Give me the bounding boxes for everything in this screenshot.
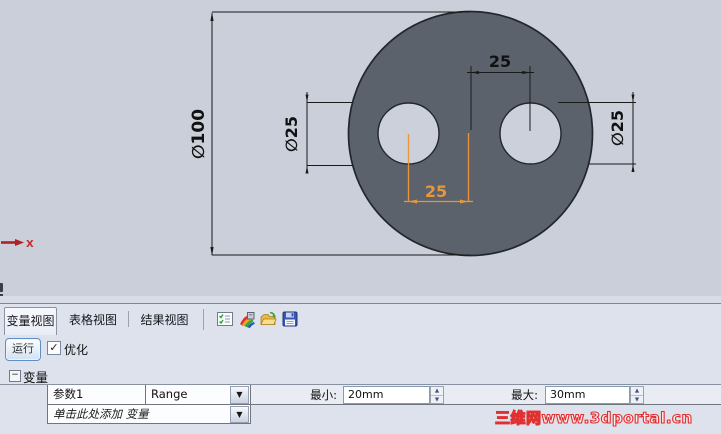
drawing-viewport: ∅100 ∅25 25 ∅25 25 X: [0, 0, 721, 296]
tab-table-view[interactable]: 表格视图: [59, 308, 127, 333]
tab-separator: [128, 311, 129, 327]
stepper-up-icon[interactable]: ▲: [631, 387, 643, 396]
save-icon: [282, 311, 298, 327]
optimize-checkbox[interactable]: ✓: [47, 341, 61, 355]
variable-name-cell[interactable]: 参数1: [47, 385, 146, 405]
tab-variable-view[interactable]: 变量视图: [4, 307, 57, 335]
checkmark-icon: ✓: [49, 341, 59, 354]
left-hole-diameter-label[interactable]: ∅25: [282, 116, 301, 152]
checklist-icon: [217, 312, 233, 326]
design-study-window: ∅100 ∅25 25 ∅25 25 X 变量视图 表格视图 结果视图 运行 ✓…: [0, 0, 721, 434]
tab-results-view[interactable]: 结果视图: [131, 308, 198, 333]
results-report-button[interactable]: [238, 310, 256, 328]
open-folder-icon: [260, 311, 277, 325]
optimize-label: 优化: [64, 343, 89, 357]
save-study-button[interactable]: [281, 310, 299, 328]
min-label: 最小:: [310, 388, 337, 402]
hole-spacing-selected-label[interactable]: 25: [425, 182, 447, 201]
stepper-up-icon[interactable]: ▲: [431, 387, 443, 396]
collapse-section-icon[interactable]: −: [9, 370, 21, 382]
add-variable-dropdown-button[interactable]: ▼: [230, 406, 249, 423]
variable-type-dropdown-button[interactable]: ▼: [230, 386, 249, 404]
design-study-settings-button[interactable]: [216, 310, 234, 328]
max-label: 最大:: [511, 388, 538, 402]
part-disc[interactable]: [347, 10, 594, 257]
stepper-down-icon[interactable]: ▼: [431, 396, 443, 404]
toolbar-separator: [203, 309, 204, 330]
chevron-down-icon: ▼: [236, 390, 243, 399]
outer-diameter-label[interactable]: ∅100: [189, 109, 209, 159]
stepper-down-icon[interactable]: ▼: [631, 396, 643, 404]
run-button[interactable]: 运行: [5, 338, 41, 361]
watermark: 三维网www.3dportal.cn: [494, 408, 693, 427]
hole-spacing-top-label[interactable]: 25: [489, 52, 511, 71]
results-report-icon: [240, 312, 255, 328]
origin-marker-icon: [0, 283, 3, 296]
add-variable-row[interactable]: 单击此处添加 变量: [47, 405, 251, 424]
max-value-stepper[interactable]: ▲ ▼: [630, 386, 644, 404]
min-value-stepper[interactable]: ▲ ▼: [430, 386, 444, 404]
right-hole-diameter-label[interactable]: ∅25: [608, 110, 627, 146]
open-study-button[interactable]: [259, 310, 277, 328]
chevron-down-icon: ▼: [236, 410, 243, 419]
panel-splitter[interactable]: [0, 296, 721, 304]
max-value-input[interactable]: 30mm: [545, 386, 630, 404]
min-value-input[interactable]: 20mm: [343, 386, 430, 404]
axis-x-label: X: [26, 239, 34, 250]
